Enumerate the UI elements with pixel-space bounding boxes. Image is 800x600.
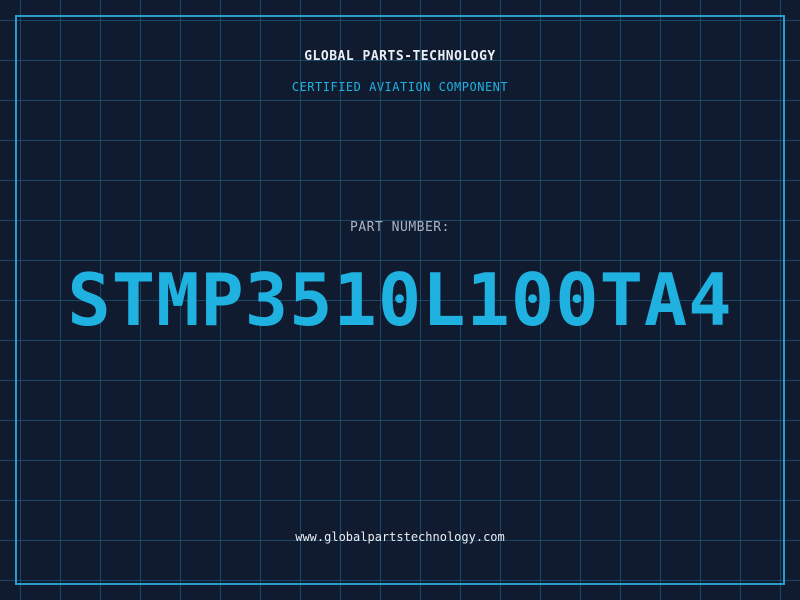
part-number-value: STMP3510L100TA4 (67, 258, 733, 342)
certification-subtitle: CERTIFIED AVIATION COMPONENT (291, 80, 509, 94)
company-name: GLOBAL PARTS-TECHNOLOGY (304, 49, 496, 64)
part-number-label: PART NUMBER: (350, 220, 450, 235)
certificate-canvas: GLOBAL PARTS-TECHNOLOGY CERTIFIED AVIATI… (0, 0, 800, 600)
website-url: www.globalpartstechnology.com (295, 530, 505, 544)
